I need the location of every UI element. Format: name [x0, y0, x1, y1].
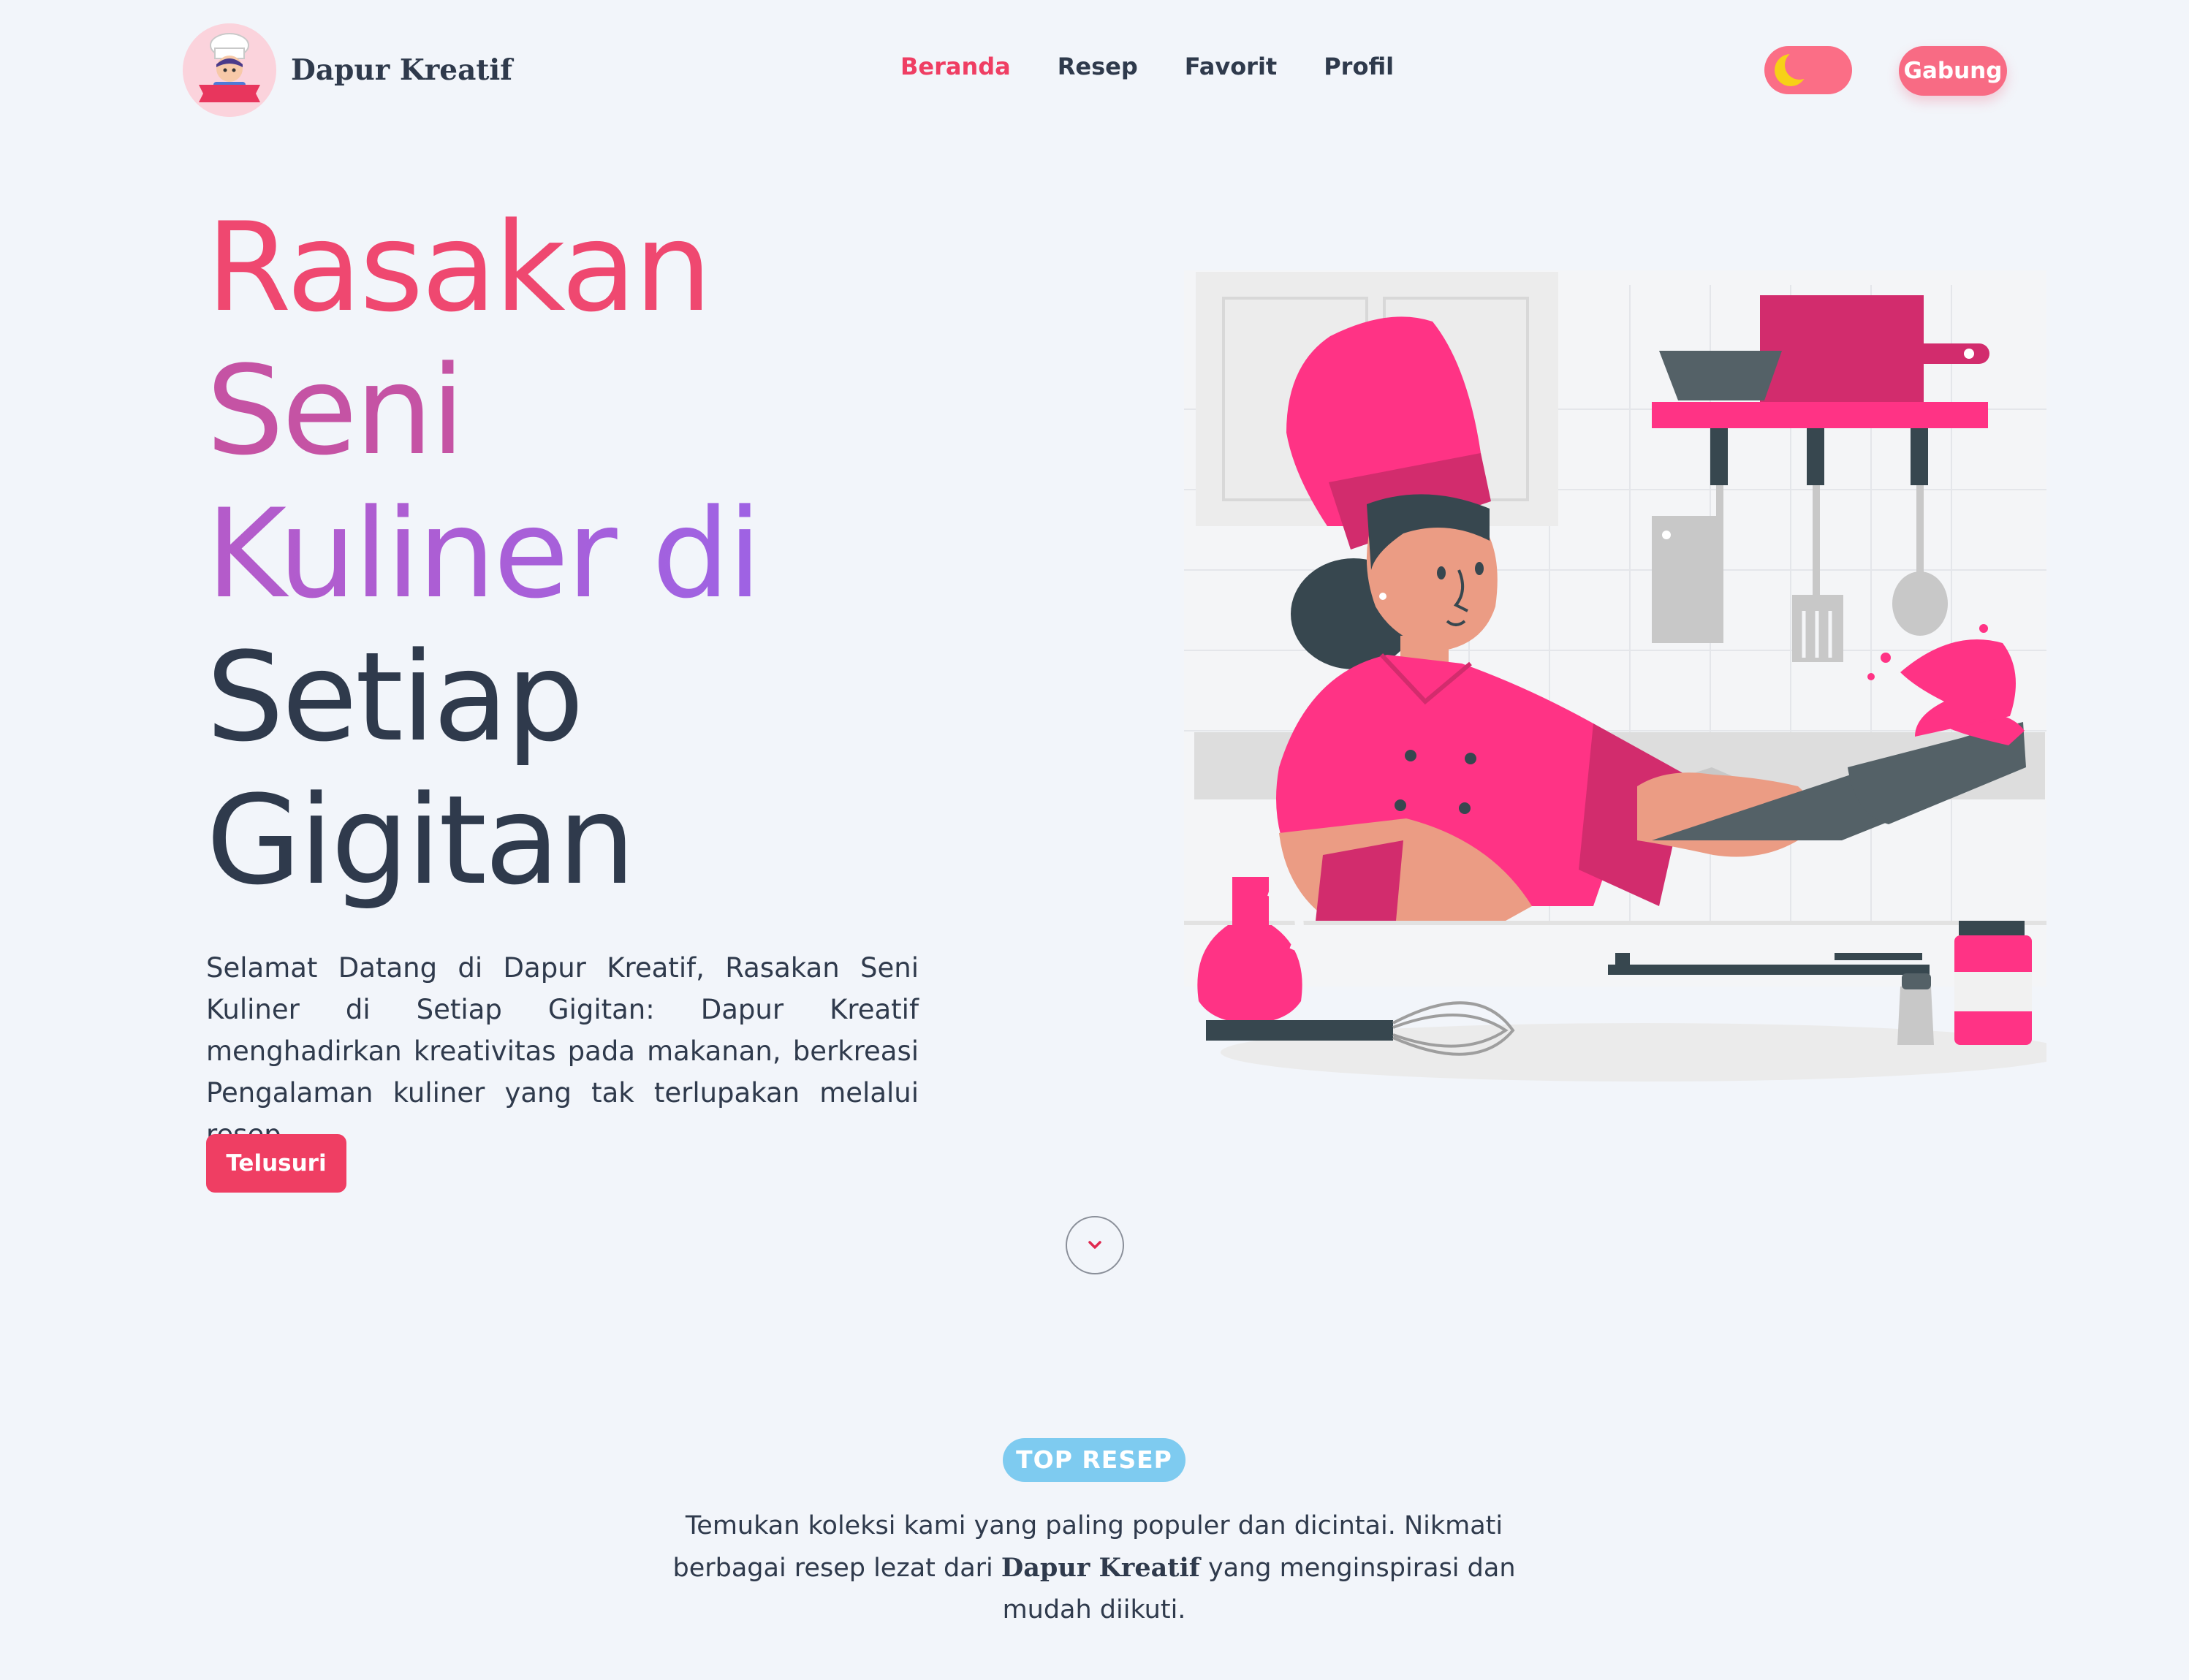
- top-recipes-badge: TOP RESEP: [1003, 1438, 1185, 1482]
- theme-toggle[interactable]: [1764, 46, 1852, 94]
- brand-name: Dapur Kreatif: [291, 53, 512, 87]
- hero-title-line: Gigitan: [206, 769, 635, 912]
- chevron-down-icon: [1088, 1241, 1101, 1249]
- brand-home-link[interactable]: Dapur Kreatif: [183, 23, 512, 117]
- nav-link-favorit[interactable]: Favorit: [1185, 53, 1277, 80]
- top-recipes-description: Temukan koleksi kami yang paling populer…: [656, 1505, 1533, 1631]
- moon-icon: [1775, 50, 1814, 86]
- scroll-down-button[interactable]: [1066, 1216, 1124, 1274]
- nav-link-resep[interactable]: Resep: [1058, 53, 1138, 80]
- navbar: Dapur Kreatif Beranda Resep Favorit Prof…: [0, 0, 2189, 139]
- hero-title: Rasakan Seni Kuliner di Setiap Gigitan: [206, 196, 1010, 912]
- hero-title-line: Seni: [206, 339, 465, 482]
- chef-mascot-icon: [183, 23, 276, 117]
- nav-link-beranda[interactable]: Beranda: [900, 53, 1011, 80]
- top-recipes-desc-brand: Dapur Kreatif: [1001, 1553, 1200, 1583]
- hero-description: Selamat Datang di Dapur Kreatif, Rasakan…: [206, 952, 919, 1150]
- explore-button[interactable]: Telusuri: [206, 1134, 346, 1193]
- main-nav: Beranda Resep Favorit Profil: [900, 53, 1441, 80]
- landing-page: Dapur Kreatif Beranda Resep Favorit Prof…: [0, 0, 2189, 1680]
- join-button[interactable]: Gabung: [1899, 46, 2007, 96]
- chef-cooking-illustration: [1184, 263, 2068, 1089]
- hero-title-line: Kuliner di: [206, 482, 1010, 626]
- hero-title-line: Setiap: [206, 626, 584, 769]
- hero-title-line: Rasakan: [206, 196, 712, 339]
- nav-link-profil[interactable]: Profil: [1324, 53, 1394, 80]
